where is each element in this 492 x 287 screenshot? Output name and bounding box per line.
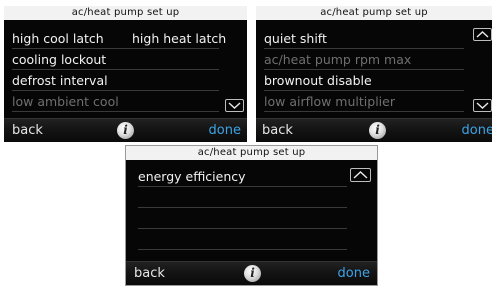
list-item-label: ac/heat pump rpm max <box>264 52 412 67</box>
list-item-disabled: ac/heat pump rpm max <box>264 49 464 70</box>
list-item-label[interactable]: quiet shift <box>264 31 327 46</box>
list-item[interactable]: high cool latch high heat latch <box>12 28 226 49</box>
back-button[interactable]: back <box>134 266 165 281</box>
list-item-label[interactable]: high heat latch <box>132 28 226 49</box>
list-item-label[interactable]: brownout disable <box>264 73 372 88</box>
back-button[interactable]: back <box>12 123 43 138</box>
empty-row <box>138 187 347 208</box>
scroll-down-button[interactable] <box>473 99 492 112</box>
list-item[interactable]: brownout disable <box>264 70 464 91</box>
footer-bar: back i done <box>4 118 247 142</box>
chevron-up-icon <box>476 31 489 38</box>
settings-list: high cool latch high heat latch cooling … <box>4 20 247 118</box>
info-icon[interactable]: i <box>369 122 386 139</box>
screen-header: ac/heat pump set up <box>4 6 247 20</box>
scroll-up-button[interactable] <box>473 28 492 41</box>
done-button[interactable]: done <box>209 123 241 138</box>
thermostat-screen-3: ac/heat pump set up energy efficiency ba… <box>125 145 378 286</box>
chevron-down-icon <box>228 102 241 109</box>
done-button[interactable]: done <box>338 266 370 281</box>
scroll-down-button[interactable] <box>225 99 244 112</box>
settings-list: energy efficiency <box>126 160 377 261</box>
done-button[interactable]: done <box>462 123 492 138</box>
thermostat-screen-1: ac/heat pump set up high cool latch high… <box>4 6 247 142</box>
list-item-label: low ambient cool <box>12 94 119 109</box>
list-item-label[interactable]: high cool latch <box>12 31 104 46</box>
list-item[interactable]: energy efficiency <box>138 166 347 187</box>
chevron-up-icon <box>353 171 368 179</box>
list-item[interactable]: cooling lockout <box>12 49 219 70</box>
list-item-disabled: low ambient cool <box>12 91 219 112</box>
list-item-label[interactable]: energy efficiency <box>138 169 246 184</box>
scroll-up-button[interactable] <box>350 168 371 182</box>
empty-row <box>138 208 347 229</box>
list-item[interactable]: defrost interval <box>12 70 219 91</box>
list-item-label[interactable]: cooling lockout <box>12 52 106 67</box>
list-item[interactable]: quiet shift <box>264 28 464 49</box>
list-item-label[interactable]: defrost interval <box>12 73 108 88</box>
info-icon[interactable]: i <box>244 265 261 282</box>
footer-bar: back i done <box>256 118 492 142</box>
screen-header: ac/heat pump set up <box>126 146 377 160</box>
empty-row <box>138 229 347 250</box>
settings-list: quiet shift ac/heat pump rpm max brownou… <box>256 20 492 118</box>
list-item-label: low airflow multiplier <box>264 94 395 109</box>
back-button[interactable]: back <box>262 123 293 138</box>
list-item-disabled: low airflow multiplier <box>264 91 464 112</box>
footer-bar: back i done <box>126 261 377 285</box>
thermostat-screen-2: ac/heat pump set up quiet shift ac/heat … <box>256 6 492 142</box>
info-icon[interactable]: i <box>117 122 134 139</box>
screen-header: ac/heat pump set up <box>256 6 492 20</box>
chevron-down-icon <box>476 102 489 109</box>
